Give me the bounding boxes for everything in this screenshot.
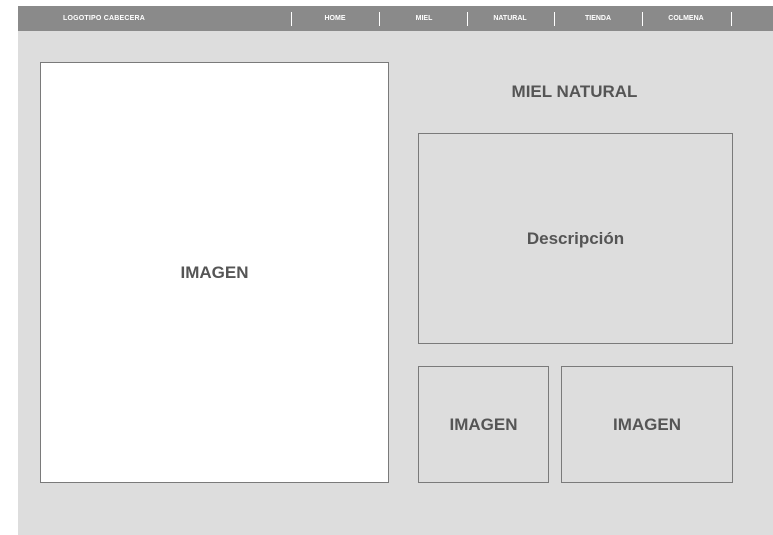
header-logo[interactable]: LOGOTIPO CABECERA — [63, 6, 145, 31]
hero-image-label: IMAGEN — [180, 262, 249, 282]
nav-tienda[interactable]: TIENDA — [585, 6, 611, 31]
nav-separator — [642, 12, 643, 26]
description-label: Descripción — [526, 228, 625, 248]
page: LOGOTIPO CABECERA HOME MIEL NATURAL TIEN… — [18, 6, 773, 535]
nav-natural[interactable]: NATURAL — [493, 6, 526, 31]
thumbnail-image-placeholder-1: IMAGEN — [418, 366, 549, 483]
description-box: Descripción — [418, 133, 733, 344]
hero-image-placeholder: IMAGEN — [40, 62, 389, 483]
thumbnail-label-2: IMAGEN — [613, 414, 681, 434]
nav-miel[interactable]: MIEL — [416, 6, 433, 31]
nav-separator — [467, 12, 468, 26]
nav-colmena[interactable]: COLMENA — [668, 6, 703, 31]
thumbnail-image-placeholder-2: IMAGEN — [561, 366, 733, 483]
thumbnail-label-1: IMAGEN — [449, 414, 518, 434]
page-title: MIEL NATURAL — [511, 82, 638, 101]
nav-separator — [731, 12, 732, 26]
top-navigation-bar: LOGOTIPO CABECERA HOME MIEL NATURAL TIEN… — [18, 6, 773, 31]
nav-separator — [379, 12, 380, 26]
nav-home[interactable]: HOME — [325, 6, 346, 31]
nav-separator — [291, 12, 292, 26]
nav-separator — [554, 12, 555, 26]
